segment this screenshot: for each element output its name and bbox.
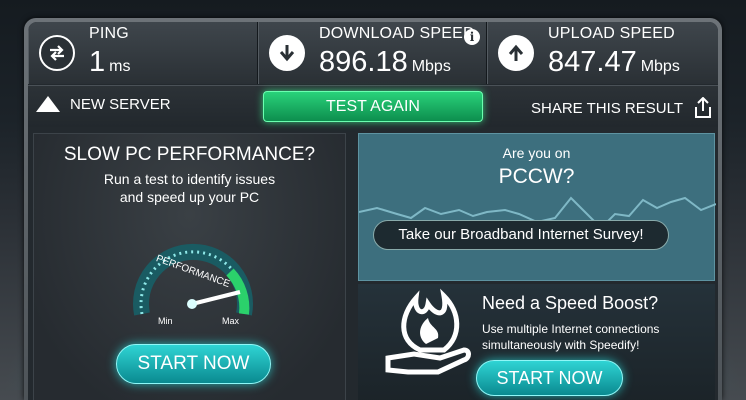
download-arrow-icon xyxy=(269,35,305,71)
boost-subtitle: Use multiple Internet connections simult… xyxy=(482,321,659,353)
ping-value: 1 xyxy=(89,45,106,78)
survey-line2: PCCW? xyxy=(498,165,575,188)
triangle-icon xyxy=(36,95,60,112)
upload-unit: Mbps xyxy=(640,57,680,75)
download-value: 896.18 xyxy=(319,45,408,78)
pc-performance-ad: SLOW PC PERFORMANCE? Run a test to ident… xyxy=(33,133,346,400)
stats-bar: PING 1 ms DOWNLOAD SPEED 896.18 Mbps i U… xyxy=(28,22,718,84)
ping-label: PING xyxy=(89,24,129,42)
upload-value: 847.47 xyxy=(548,45,637,78)
share-icon xyxy=(694,97,711,118)
upload-stat: UPLOAD SPEED 847.47 Mbps xyxy=(487,22,718,84)
upload-label: UPLOAD SPEED xyxy=(548,24,675,42)
new-server-button[interactable]: NEW SERVER xyxy=(36,95,171,113)
ping-unit: ms xyxy=(109,57,131,75)
boost-subtitle-line1: Use multiple Internet connections xyxy=(482,322,660,336)
performance-gauge-icon: PERFORMANCE Min Max xyxy=(133,243,253,326)
upload-arrow-icon xyxy=(498,35,534,71)
speedtest-frame: PING 1 ms DOWNLOAD SPEED 896.18 Mbps i U… xyxy=(24,18,722,400)
flame-hand-icon xyxy=(385,288,471,375)
new-server-label: NEW SERVER xyxy=(70,96,171,113)
boost-subtitle-line2: simultaneously with Speedify! xyxy=(482,338,640,352)
boost-start-now-button[interactable]: START NOW xyxy=(476,360,623,396)
download-unit: Mbps xyxy=(411,57,451,75)
pc-start-now-button[interactable]: START NOW xyxy=(116,344,271,384)
pc-ad-title: SLOW PC PERFORMANCE? xyxy=(63,144,316,165)
test-again-button[interactable]: TEST AGAIN xyxy=(263,91,483,122)
pc-ad-subtitle: Run a test to identify issues and speed … xyxy=(34,170,345,206)
ping-stat: PING 1 ms xyxy=(28,22,258,84)
survey-ad: Are you on PCCW? Take our Broadband Inte… xyxy=(358,133,716,281)
ping-icon xyxy=(39,35,75,71)
boost-title: Need a Speed Boost? xyxy=(482,293,659,313)
download-label: DOWNLOAD SPEED xyxy=(319,24,475,42)
share-label: SHARE THIS RESULT xyxy=(531,99,683,117)
speedtest-panel: PING 1 ms DOWNLOAD SPEED 896.18 Mbps i U… xyxy=(28,22,718,400)
gauge-max: Max xyxy=(222,316,240,326)
action-bar: NEW SERVER TEST AGAIN SHARE THIS RESULT xyxy=(28,85,718,127)
survey-line1: Are you on xyxy=(502,145,571,161)
survey-button[interactable]: Take our Broadband Internet Survey! xyxy=(373,220,669,250)
pc-ad-subtitle-line2: and speed up your PC xyxy=(119,189,260,205)
gauge-min: Min xyxy=(158,316,173,326)
download-stat: DOWNLOAD SPEED 896.18 Mbps i xyxy=(258,22,487,84)
pc-ad-subtitle-line1: Run a test to identify issues xyxy=(103,171,276,187)
info-icon[interactable]: i xyxy=(464,29,480,45)
share-result-button[interactable]: SHARE THIS RESULT xyxy=(531,97,713,119)
speed-boost-ad: Need a Speed Boost? Use multiple Interne… xyxy=(358,284,715,400)
